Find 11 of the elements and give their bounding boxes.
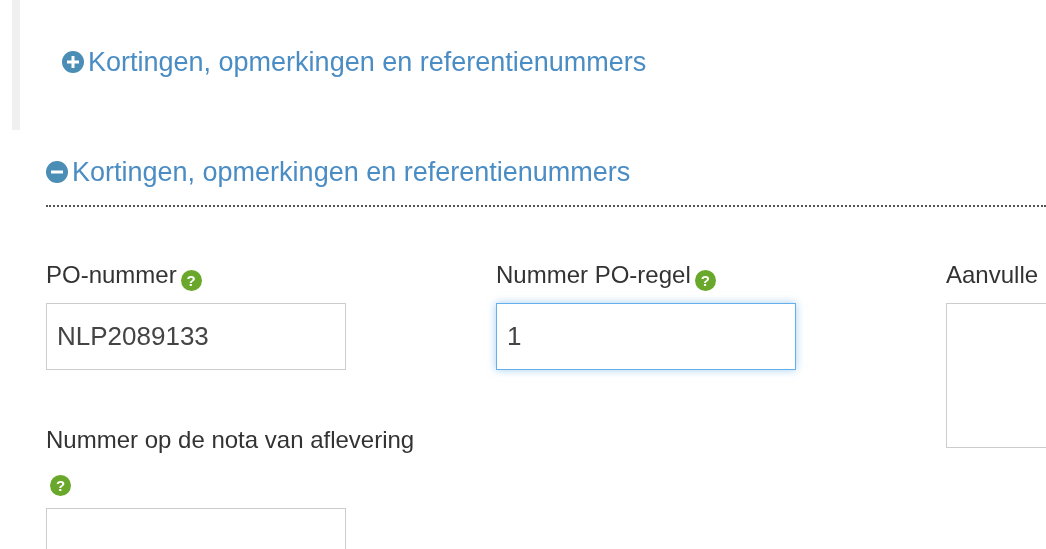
help-icon[interactable]: ? — [180, 269, 202, 291]
section-toggle-link[interactable]: Kortingen, opmerkingen en referentienummers — [46, 152, 631, 193]
field-label: Aanvulle — [946, 260, 1039, 288]
field-label: Nummer op de nota van aflevering — [46, 425, 415, 453]
input-field[interactable]: NLP2089133 — [46, 302, 346, 370]
input-field[interactable]: 1 — [496, 302, 796, 370]
field-label: PO-nummer — [46, 260, 177, 288]
section-toggle-link[interactable]: Kortingen, opmerkingen en referentienummers — [62, 41, 647, 83]
help-icon[interactable]: ? — [50, 474, 71, 496]
field-label: Nummer PO-regel — [496, 260, 691, 288]
help-icon[interactable]: ? — [694, 269, 716, 291]
